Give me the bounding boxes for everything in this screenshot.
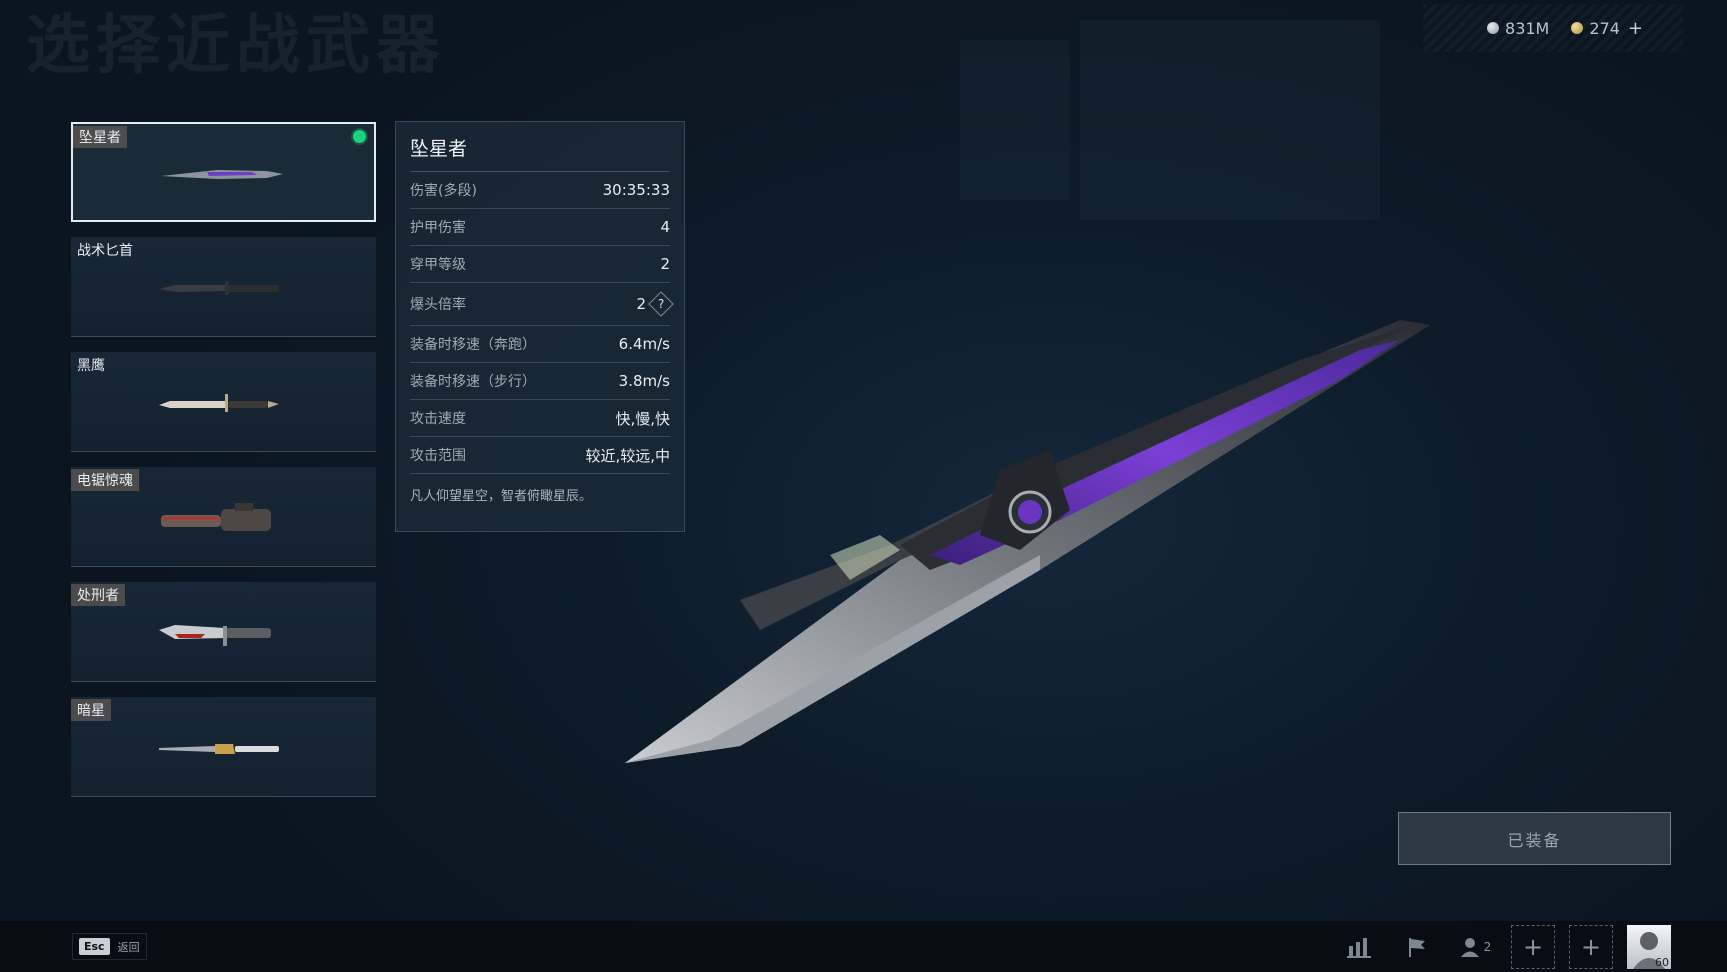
knife-thumbnail <box>159 281 279 295</box>
bottom-bar: Esc 返回 2 + + 60 <box>0 921 1727 972</box>
stat-label: 装备时移速（奔跑） <box>410 337 536 353</box>
currency-bar: 831M 274 + <box>1423 4 1683 52</box>
stats-chart-icon[interactable] <box>1337 925 1381 969</box>
knife-thumbnail <box>159 744 279 754</box>
bottom-icon-group: 2 + + 60 <box>1337 925 1671 969</box>
weapon-name: 暗星 <box>71 699 111 721</box>
silver-amount: 831M <box>1505 18 1550 38</box>
flag-icon[interactable] <box>1395 925 1439 969</box>
currency-gold: 274 + <box>1571 18 1643 39</box>
party-slot-button[interactable]: + <box>1511 925 1555 969</box>
stat-value: 2 <box>660 255 670 273</box>
silver-coin-icon <box>1487 22 1500 34</box>
back-label: 返回 <box>117 940 140 954</box>
weapon-list: 坠星者 战术匕首 黑鹰 电锯惊魂 处刑者 暗星 <box>71 122 376 812</box>
weapon-name: 处刑者 <box>71 584 125 606</box>
weapon-preview-image <box>625 320 1430 763</box>
page-title: 选择近战武器 <box>26 9 446 83</box>
background-shape <box>960 40 1070 200</box>
player-level: 60 <box>1655 956 1669 969</box>
back-button[interactable]: Esc 返回 <box>72 933 147 960</box>
weapon-name: 电锯惊魂 <box>71 469 139 491</box>
stat-label: 穿甲等级 <box>410 257 466 273</box>
stat-value: 4 <box>660 218 670 236</box>
stat-label: 攻击速度 <box>410 411 466 427</box>
knife-thumbnail <box>159 625 271 646</box>
weapon-card-dark-star[interactable]: 暗星 <box>71 697 376 797</box>
stat-row-penetration-level: 穿甲等级 2 <box>410 246 670 283</box>
weapon-card-black-hawk[interactable]: 黑鹰 <box>71 352 376 452</box>
background-shape <box>1080 20 1380 220</box>
equipped-indicator-icon <box>353 130 366 143</box>
weapon-card-executioner[interactable]: 处刑者 <box>71 582 376 682</box>
esc-key-icon: Esc <box>79 938 110 955</box>
gold-coin-icon <box>1571 22 1584 34</box>
equipped-button[interactable]: 已装备 <box>1398 812 1671 865</box>
friends-icon <box>1460 938 1479 957</box>
friend-count: 2 <box>1483 940 1492 954</box>
party-slot-button[interactable]: + <box>1569 925 1613 969</box>
stat-label: 护甲伤害 <box>410 220 466 236</box>
add-currency-button[interactable]: + <box>1628 18 1643 39</box>
stat-label: 攻击范围 <box>410 448 466 464</box>
knife-thumbnail <box>161 170 283 179</box>
weapon-card-tactical-dagger[interactable]: 战术匕首 <box>71 237 376 337</box>
stat-label: 伤害(多段) <box>410 183 477 199</box>
stat-row-armor-damage: 护甲伤害 4 <box>410 209 670 246</box>
friends-button[interactable]: 2 <box>1453 925 1497 969</box>
stats-title: 坠星者 <box>410 134 670 172</box>
weapon-name: 坠星者 <box>73 126 127 148</box>
gold-amount: 274 <box>1589 18 1620 38</box>
stat-row-damage: 伤害(多段) 30:35:33 <box>410 172 670 209</box>
weapon-name: 黑鹰 <box>77 358 105 374</box>
weapon-card-falling-star[interactable]: 坠星者 <box>71 122 376 222</box>
weapon-card-chainsaw-terror[interactable]: 电锯惊魂 <box>71 467 376 567</box>
knife-thumbnail <box>161 503 271 531</box>
stat-label: 装备时移速（步行） <box>410 374 536 390</box>
stat-value: 30:35:33 <box>602 181 670 199</box>
knife-thumbnail <box>159 394 279 412</box>
game-screen: 选择近战武器 831M 274 + 坠星者 战术匕首 黑鹰 电锯惊魂 处刑者 暗… <box>0 0 1727 972</box>
weapon-name: 战术匕首 <box>77 243 133 259</box>
currency-silver: 831M <box>1487 19 1549 38</box>
stat-label: 爆头倍率 <box>410 297 466 313</box>
player-avatar[interactable]: 60 <box>1627 925 1671 969</box>
